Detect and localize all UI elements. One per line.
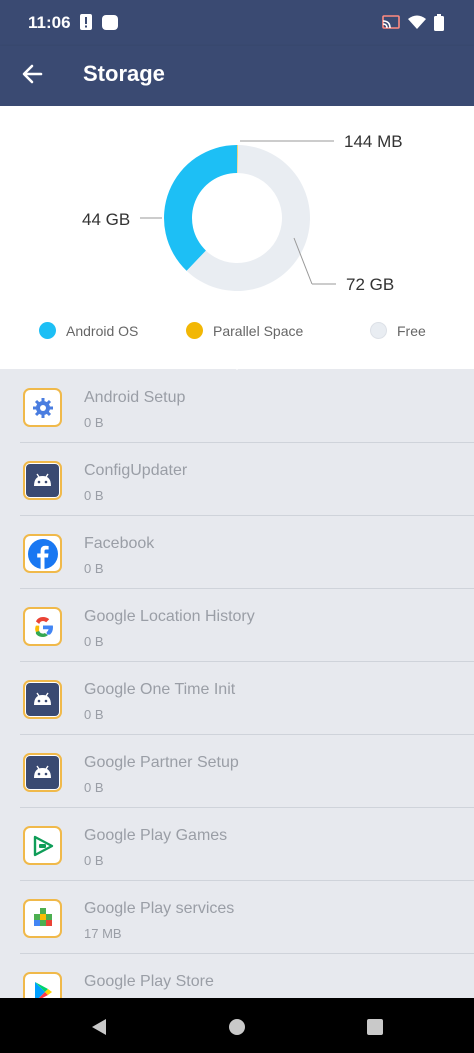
play-games-icon — [23, 826, 62, 865]
google-icon — [23, 607, 62, 646]
page-title: Storage — [83, 61, 165, 86]
alert-icon — [80, 14, 94, 36]
legend-item-free: Free — [370, 322, 426, 339]
donut-slice-android-os — [164, 145, 237, 271]
facebook-icon — [23, 534, 62, 573]
play-services-icon — [23, 899, 62, 938]
app-size: 17 MB — [84, 926, 122, 941]
legend-dot-free — [370, 322, 387, 339]
app-size: 0 B — [84, 488, 104, 503]
cast-icon — [382, 15, 400, 35]
app-size: 0 B — [84, 634, 104, 649]
app-name: Google Play Store — [84, 973, 214, 990]
app-size: 0 B — [84, 707, 104, 722]
list-item-google-play-store[interactable]: Google Play Store — [0, 954, 474, 998]
arrow-back-icon — [21, 63, 43, 90]
app-name: Google Play services — [84, 900, 235, 917]
legend-item-parallel-space: Parallel Space — [186, 322, 303, 339]
gear-icon — [23, 388, 62, 427]
legend-label: Parallel Space — [213, 322, 304, 339]
status-time: 11:06 — [28, 13, 71, 32]
app-size: 0 B — [84, 780, 104, 795]
list-item-google-partner-setup[interactable]: Google Partner Setup 0 B — [0, 735, 474, 808]
recents-nav-icon[interactable] — [364, 1016, 386, 1038]
chart-label-parallel-space: 144 MB — [344, 132, 403, 151]
android-icon — [23, 461, 62, 500]
list-item-facebook[interactable]: Facebook 0 B — [0, 516, 474, 589]
legend-dot-parallel-space — [186, 322, 203, 339]
chart-label-free: 72 GB — [346, 275, 395, 294]
legend-label: Free — [397, 322, 426, 339]
home-nav-icon[interactable] — [226, 1016, 248, 1038]
notification-icon — [102, 14, 119, 36]
play-store-icon — [23, 972, 62, 998]
list-item-google-play-games[interactable]: Google Play Games 0 B — [0, 808, 474, 881]
android-icon — [23, 753, 62, 792]
app-bar: Storage — [0, 46, 474, 106]
app-name: Google Play Games — [84, 827, 228, 844]
app-storage-list[interactable]: Android Setup 0 B ConfigUpdater 0 B Face… — [0, 370, 474, 998]
app-name: Google One Time Init — [84, 681, 236, 698]
legend-dot-android-os — [39, 322, 56, 339]
card-pointer — [227, 361, 247, 370]
status-bar: 11:06 — [0, 0, 474, 46]
chart-legend: Android OS Parallel Space Free — [0, 322, 474, 346]
wifi-icon — [408, 15, 426, 35]
legend-item-android-os: Android OS — [39, 322, 138, 339]
list-item-android-setup[interactable]: Android Setup 0 B — [0, 370, 474, 443]
app-name: Google Location History — [84, 608, 255, 625]
android-icon — [23, 680, 62, 719]
legend-label: Android OS — [66, 322, 139, 339]
app-name: Google Partner Setup — [84, 754, 239, 771]
app-name: Android Setup — [84, 389, 186, 406]
list-item-configupdater[interactable]: ConfigUpdater 0 B — [0, 443, 474, 516]
app-size: 0 B — [84, 561, 104, 576]
list-item-google-play-services[interactable]: Google Play services 17 MB — [0, 881, 474, 954]
app-size: 0 B — [84, 853, 104, 868]
battery-icon — [434, 14, 444, 36]
system-nav-bar — [0, 998, 474, 1053]
list-item-google-location-history[interactable]: Google Location History 0 B — [0, 589, 474, 662]
app-size: 0 B — [84, 415, 104, 430]
app-name: ConfigUpdater — [84, 462, 188, 479]
chart-label-android-os: 44 GB — [82, 210, 131, 229]
app-name: Facebook — [84, 535, 155, 552]
back-nav-icon[interactable] — [88, 1016, 110, 1038]
list-item-google-one-time-init[interactable]: Google One Time Init 0 B — [0, 662, 474, 735]
back-button[interactable] — [12, 56, 52, 96]
